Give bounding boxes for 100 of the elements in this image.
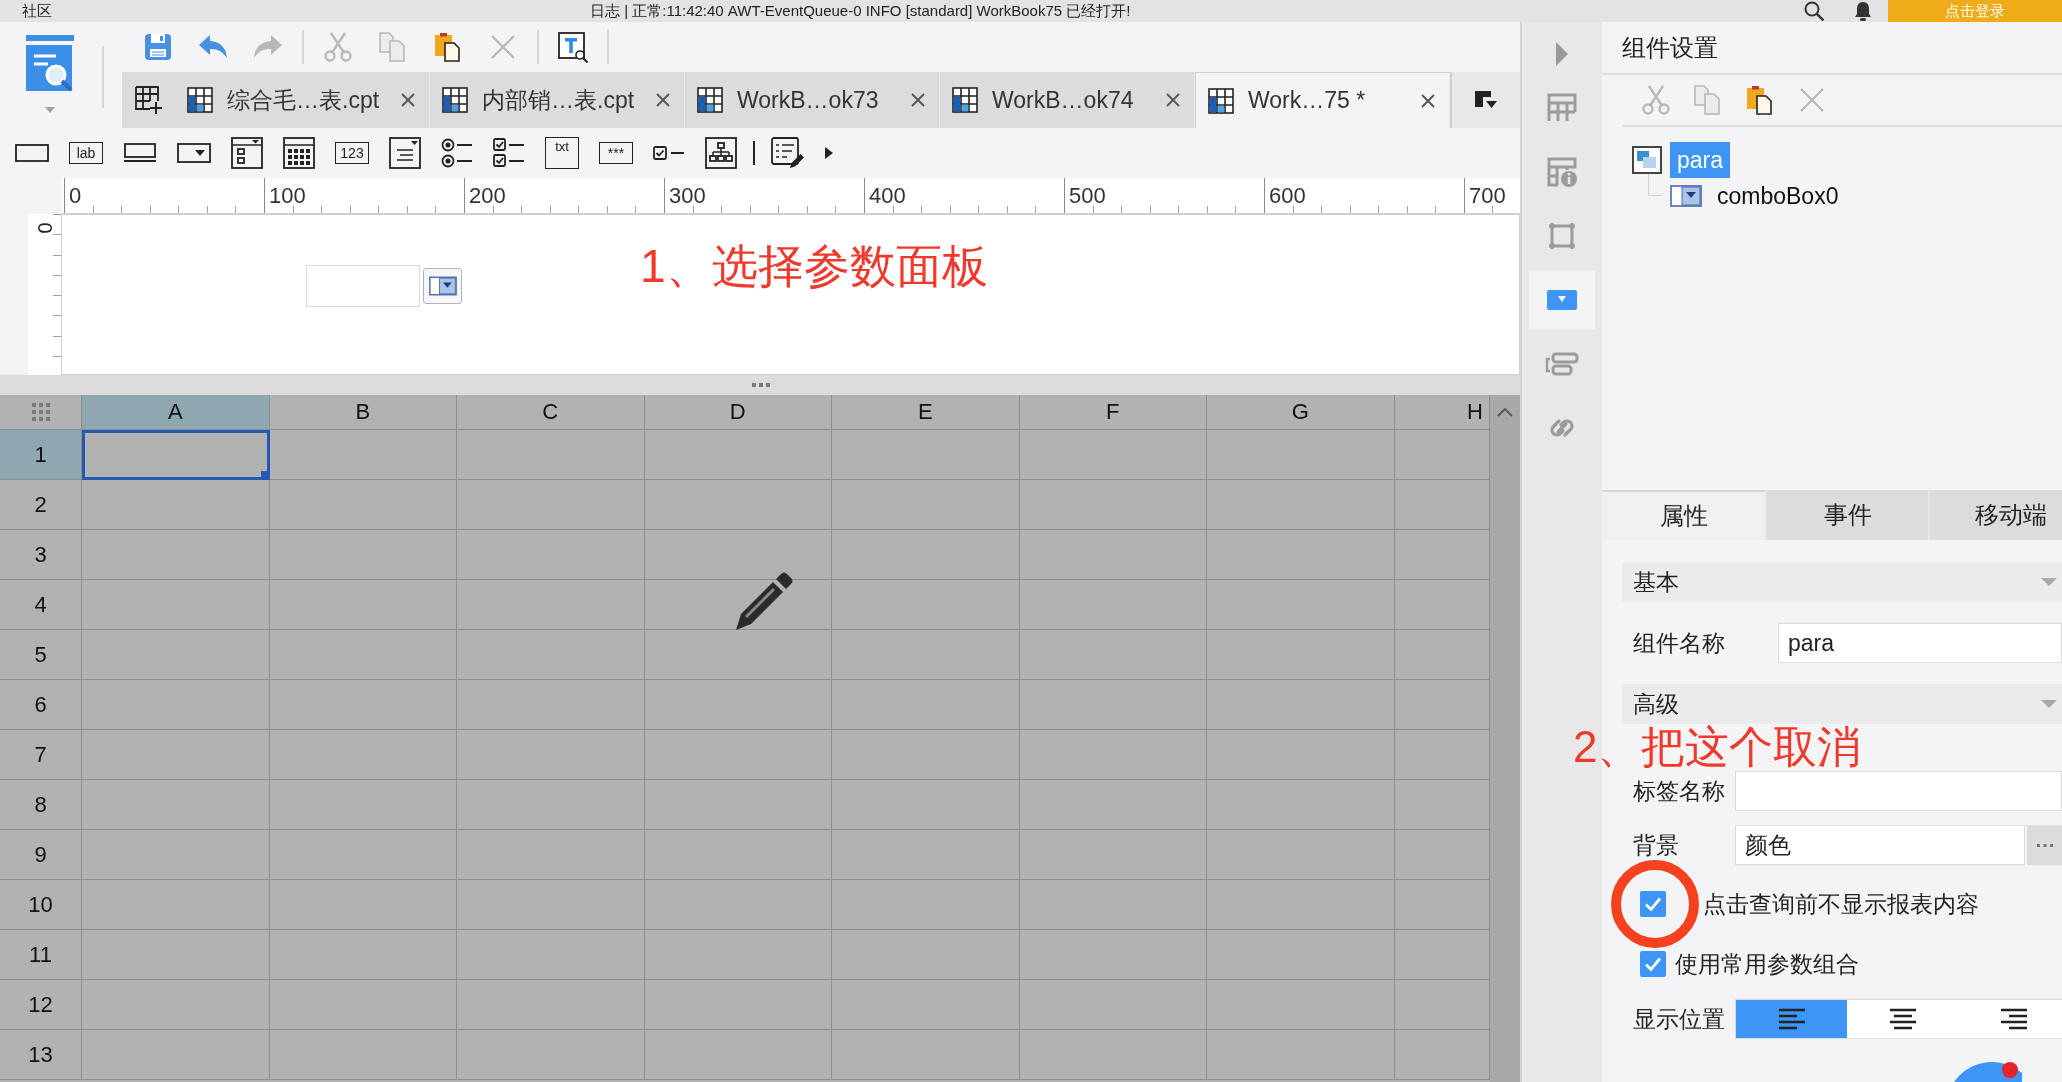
column-header[interactable]: G (1207, 395, 1395, 430)
section-header[interactable]: 基本 (1622, 562, 2062, 602)
row-header[interactable]: 12 (0, 980, 82, 1030)
label-widget-button[interactable]: lab (69, 142, 103, 164)
document-tab[interactable]: 综合毛…表.cpt (175, 72, 430, 128)
close-icon[interactable] (656, 93, 670, 107)
column-header[interactable]: B (269, 395, 457, 430)
row-header[interactable]: 2 (0, 480, 82, 530)
status-message: 日志 | 正常:11:42:40 AWT-EventQueue-0 INFO [standard] WorkBook75 已经打开! (590, 1, 1131, 21)
panel-tab[interactable]: 移动端 (1928, 490, 2062, 540)
caret-down-icon[interactable] (2040, 699, 2058, 709)
row-header[interactable]: 7 (0, 730, 82, 780)
tab-list-icon (1474, 90, 1498, 110)
dropdown-button[interactable] (423, 268, 462, 304)
checkbox[interactable] (1640, 951, 1666, 977)
section-header[interactable]: 高级 (1622, 684, 2062, 724)
tree-item[interactable]: comboBox0 (1710, 178, 1846, 214)
report-grid-icon (1208, 87, 1234, 114)
bell-icon[interactable] (1854, 1, 1872, 21)
radio-group-icon[interactable] (441, 138, 473, 168)
form-edit-icon[interactable] (771, 137, 805, 169)
report-grid-icon (442, 87, 468, 113)
align-center-icon (1888, 1008, 1917, 1030)
row-header[interactable]: 8 (0, 780, 82, 830)
document-tab[interactable]: WorkB…ok74 (940, 72, 1195, 128)
community-link[interactable]: 社区 (22, 1, 52, 21)
text-search-icon[interactable] (557, 31, 589, 63)
text-area-widget-button[interactable]: txt (545, 137, 579, 169)
tree-widget-icon[interactable] (705, 137, 737, 169)
checkbox-widget-icon[interactable] (653, 146, 685, 160)
more-icon (2036, 843, 2053, 847)
dots-grid-icon (31, 403, 50, 421)
more-button[interactable] (2027, 825, 2062, 865)
column-header[interactable]: E (832, 395, 1020, 430)
checkbox-group-icon[interactable] (493, 138, 525, 168)
document-tab[interactable]: WorkB…ok73 (685, 72, 940, 128)
row-header[interactable]: 4 (0, 580, 82, 630)
ruler-label: 400 (869, 184, 906, 207)
close-icon[interactable] (401, 93, 415, 107)
vertical-scrollbar[interactable] (1490, 395, 1520, 1082)
pencil-icon (735, 571, 793, 631)
tree-dropdown-widget-icon[interactable] (231, 137, 263, 169)
search-icon[interactable] (1804, 1, 1824, 21)
arrow-right-icon[interactable] (1555, 41, 1569, 67)
caret-down-icon[interactable] (2040, 577, 2058, 587)
row-header[interactable]: 3 (0, 530, 82, 580)
row-header[interactable]: 9 (0, 830, 82, 880)
annotation-text: 1、选择参数面板 (640, 241, 988, 292)
caret-down-icon[interactable] (45, 107, 55, 113)
row-header[interactable]: 6 (0, 680, 82, 730)
tab-list-button[interactable] (1450, 72, 1520, 128)
section-title: 高级 (1633, 689, 1679, 719)
list-widget-icon[interactable] (389, 137, 421, 169)
text-field-widget-icon[interactable] (123, 143, 157, 163)
new-grid-icon[interactable] (134, 86, 163, 114)
row-header[interactable]: 1 (0, 430, 82, 480)
close-icon[interactable] (1421, 93, 1435, 108)
report-grid-icon (187, 87, 213, 113)
number-widget-button[interactable]: 123 (335, 142, 369, 164)
dropdown-widget-icon (1670, 185, 1702, 207)
selected-cell[interactable] (82, 430, 270, 480)
password-widget-button[interactable]: *** (599, 142, 633, 164)
button-widget-icon[interactable] (15, 144, 49, 162)
triangle-right-icon[interactable] (825, 147, 833, 159)
text-field[interactable]: para (1778, 623, 2062, 663)
column-header[interactable]: D (644, 395, 832, 430)
color-field[interactable]: 颜色 (1735, 825, 2025, 865)
input-field[interactable] (306, 265, 420, 307)
align-left-button[interactable] (1736, 1000, 1847, 1038)
row-header[interactable]: 10 (0, 880, 82, 930)
row-header[interactable]: 13 (0, 1030, 82, 1080)
checkbox[interactable] (1640, 891, 1666, 917)
column-header[interactable]: A (82, 395, 270, 430)
ruler-label: 0 (69, 184, 82, 207)
checkbox-label[interactable]: 使用常用参数组合 (1675, 948, 1859, 980)
panel-icon (1632, 146, 1662, 174)
save-icon[interactable] (142, 31, 174, 63)
calendar-icon[interactable] (283, 137, 315, 169)
column-header[interactable]: F (1019, 395, 1207, 430)
section-title: 基本 (1633, 567, 1679, 597)
row-header[interactable]: 5 (0, 630, 82, 680)
parameter-panel[interactable]: 1、选择参数面板 (62, 214, 1520, 375)
ruler-label: 100 (269, 184, 306, 207)
drag-handle-icon[interactable] (752, 383, 770, 387)
document-tab[interactable]: 内部销…表.cpt (430, 72, 685, 128)
column-header[interactable]: C (457, 395, 645, 430)
tree-line (1648, 174, 1662, 196)
close-icon[interactable] (1166, 93, 1180, 107)
document-tab[interactable]: Work…75 * (1195, 72, 1450, 128)
checkbox-label[interactable]: 点击查询前不显示报表内容 (1703, 888, 1979, 920)
dropdown-widget-icon[interactable] (177, 143, 211, 163)
row-header[interactable]: 11 (0, 930, 82, 980)
panel-tab[interactable]: 属性 (1602, 490, 1765, 540)
text-field[interactable] (1735, 771, 2062, 811)
close-icon[interactable] (911, 93, 925, 107)
side-tool-button[interactable] (1529, 271, 1595, 329)
ruler-label: 200 (469, 184, 506, 207)
panel-tab[interactable]: 事件 (1765, 490, 1928, 540)
ruler-label: 700 (1469, 184, 1506, 207)
caret-up-icon[interactable] (1497, 408, 1513, 417)
